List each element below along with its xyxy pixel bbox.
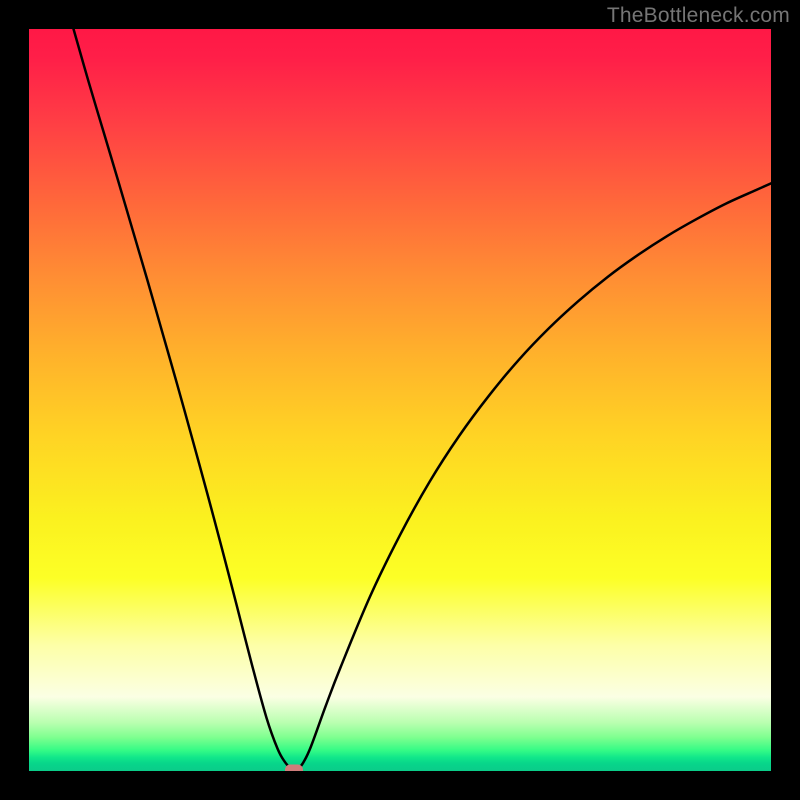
plot-area: [29, 29, 771, 771]
chart-frame: TheBottleneck.com: [0, 0, 800, 800]
bottleneck-curve: [74, 29, 771, 770]
curve-svg: [29, 29, 771, 771]
min-marker: [285, 765, 303, 771]
watermark-text: TheBottleneck.com: [607, 4, 790, 28]
